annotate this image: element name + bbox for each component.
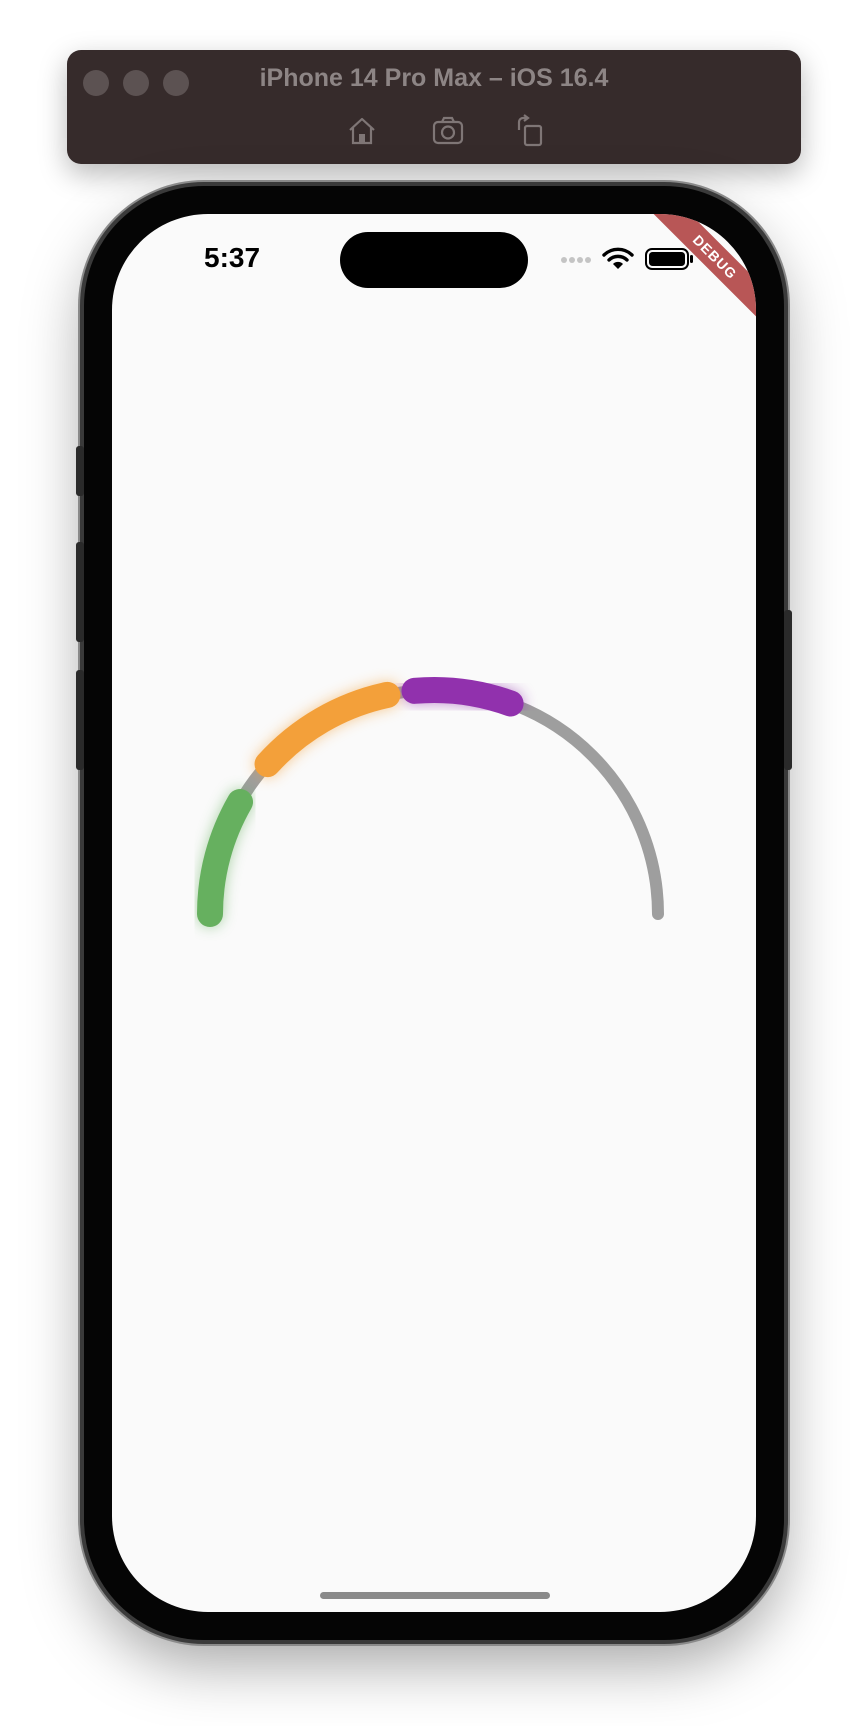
gauge-segment-1 [197,789,254,927]
arc-gauge [197,677,664,927]
rotate-icon[interactable] [513,114,547,148]
home-icon[interactable] [345,114,379,148]
gauge-segment-2 [254,681,401,778]
simulator-window: iPhone 14 Pro Max – iOS 16.4 5:37 DEBUG [0,0,868,1726]
simulator-title: iPhone 14 Pro Max – iOS 16.4 [259,64,609,92]
app-screen: 5:37 DEBUG [112,214,756,1612]
gauge-glows [197,677,524,927]
gauge-segments [197,677,524,927]
volume-up-button [76,542,84,642]
power-button [784,610,792,770]
gauge-track [204,684,664,920]
silent-switch [76,446,84,496]
gauge-segment-3 [401,677,524,717]
camera-icon[interactable] [431,114,465,148]
home-indicator[interactable] [320,1592,550,1599]
volume-down-button [76,670,84,770]
simulator-title-bar: iPhone 14 Pro Max – iOS 16.4 [67,50,801,164]
